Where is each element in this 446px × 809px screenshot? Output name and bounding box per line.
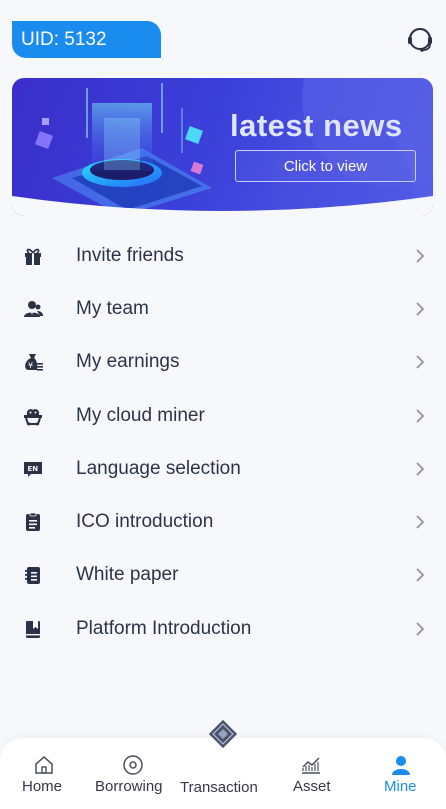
chevron-right-icon (416, 408, 425, 423)
click-to-view-button[interactable]: Click to view (235, 150, 416, 182)
news-banner[interactable]: latest news Click to view (12, 78, 433, 216)
tab-transaction[interactable]: Transaction (178, 719, 270, 809)
chevron-right-icon (416, 515, 425, 529)
menu-item-label: White paper (76, 564, 179, 586)
menu-item-label: ICO introduction (76, 511, 214, 533)
menu-item-my-earnings[interactable]: ¥ My earnings (0, 336, 446, 389)
borrowing-circle-icon (123, 755, 143, 775)
menu-item-label: Platform Introduction (76, 617, 252, 639)
tab-borrowing[interactable]: Borrowing (92, 738, 174, 809)
chevron-right-icon (416, 302, 425, 316)
customer-service-button[interactable] (405, 24, 435, 54)
chevron-right-icon (416, 355, 425, 369)
transaction-diamond-icon (208, 719, 238, 749)
chevron-right-icon (416, 622, 425, 636)
menu-item-invite-friends[interactable]: Invite friends (0, 229, 446, 282)
tab-asset[interactable]: Asset (288, 738, 338, 809)
menu-item-platform-introduction[interactable]: Platform Introduction (0, 602, 446, 655)
document-icon (26, 512, 40, 532)
earnings-bag-icon: ¥ (25, 354, 43, 371)
headset-icon (408, 28, 432, 52)
menu-item-label: My cloud miner (76, 404, 205, 426)
tab-label: Home (22, 778, 63, 795)
chevron-right-icon (416, 462, 425, 476)
menu-item-label: My team (76, 297, 149, 319)
banner-illustration (12, 78, 433, 216)
tab-label: Transaction (180, 779, 258, 796)
asset-chart-icon (302, 757, 320, 774)
menu-list: Invite friends My team ¥ My earnings My … (0, 229, 446, 655)
language-en-icon: EN (24, 461, 42, 477)
menu-item-label: My earnings (76, 351, 180, 373)
banner-title: latest news (230, 108, 403, 143)
menu-item-my-cloud-miner[interactable]: My cloud miner (0, 389, 446, 442)
menu-item-label: Invite friends (76, 244, 184, 266)
uid-badge: UID: 5132 (12, 21, 161, 58)
user-icon (392, 756, 410, 775)
svg-text:EN: EN (28, 465, 39, 473)
book-icon (26, 620, 40, 638)
uid-text: UID: 5132 (21, 28, 107, 50)
tab-mine[interactable]: Mine (378, 738, 428, 809)
chevron-right-icon (416, 568, 425, 583)
menu-item-white-paper[interactable]: White paper (0, 549, 446, 602)
menu-item-language-selection[interactable]: EN Language selection (0, 442, 446, 495)
gift-icon (25, 248, 41, 265)
notebook-icon (25, 567, 40, 585)
team-icon (24, 300, 43, 317)
chevron-right-icon (416, 249, 425, 263)
home-icon (35, 756, 53, 774)
svg-text:¥: ¥ (28, 361, 33, 370)
cloud-miner-icon (24, 408, 42, 426)
bottom-tab-bar: Home Borrowing Transaction Asset Mine (0, 719, 446, 809)
tab-home[interactable]: Home (14, 738, 74, 809)
menu-item-ico-introduction[interactable]: ICO introduction (0, 495, 446, 548)
tab-label: Mine (384, 778, 417, 795)
menu-item-label: Language selection (76, 457, 241, 479)
tab-label: Borrowing (95, 778, 163, 795)
menu-item-my-team[interactable]: My team (0, 282, 446, 335)
tab-label: Asset (293, 778, 331, 795)
